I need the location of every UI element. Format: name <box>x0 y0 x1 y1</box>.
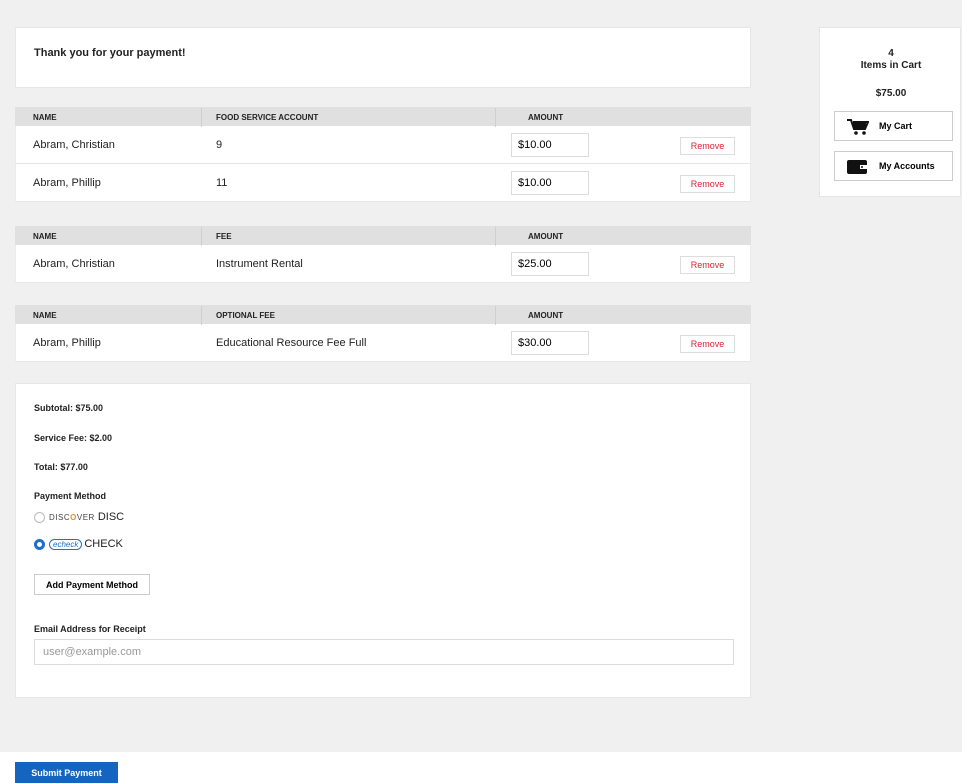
my-accounts-label: My Accounts <box>879 161 935 171</box>
total: Total: $77.00 <box>34 462 88 472</box>
optional-fee-table: NAME OPTIONAL FEE AMOUNT Abram, Phillip … <box>15 305 751 362</box>
my-accounts-button[interactable]: My Accounts <box>834 151 953 181</box>
cart-icon <box>847 119 870 137</box>
table-row: Abram, Christian Instrument Rental Remov… <box>15 245 751 283</box>
cart-count-number: 4 <box>888 48 894 59</box>
discover-logo-icon: DISCOVER <box>49 513 95 522</box>
amount-input[interactable] <box>511 133 589 157</box>
header-amount: AMOUNT <box>528 311 564 320</box>
food-service-table: NAME FOOD SERVICE ACCOUNT AMOUNT Abram, … <box>15 107 751 202</box>
table-header: NAME FOOD SERVICE ACCOUNT AMOUNT <box>15 107 751 127</box>
row-account: 9 <box>216 139 223 151</box>
confirmation-card: Thank you for your payment! <box>15 27 751 88</box>
submit-payment-button[interactable]: Submit Payment <box>15 762 118 783</box>
row-name: Abram, Phillip <box>33 177 101 189</box>
table-row: Abram, Phillip 11 Remove <box>15 164 751 202</box>
thank-you-message: Thank you for your payment! <box>34 47 186 59</box>
wallet-icon <box>847 159 867 177</box>
table-header: NAME OPTIONAL FEE AMOUNT <box>15 305 751 325</box>
email-label: Email Address for Receipt <box>34 624 146 634</box>
row-name: Abram, Christian <box>33 139 115 151</box>
echeck-radio[interactable] <box>34 539 45 550</box>
discover-label: DISC <box>97 511 125 523</box>
cart-count: 4 Items in Cart <box>820 48 962 72</box>
header-food-service-account: FOOD SERVICE ACCOUNT <box>216 113 319 122</box>
cart-total: $75.00 <box>875 88 907 99</box>
header-optional-fee: OPTIONAL FEE <box>216 311 275 320</box>
email-field[interactable] <box>34 639 734 665</box>
amount-input[interactable] <box>511 331 589 355</box>
row-fee: Instrument Rental <box>216 258 303 270</box>
service-fee: Service Fee: $2.00 <box>34 433 113 443</box>
my-cart-label: My Cart <box>879 121 913 131</box>
header-name: NAME <box>33 311 57 320</box>
remove-button[interactable]: Remove <box>680 175 735 193</box>
cart-summary-card: 4 Items in Cart $75.00 My Cart My Accoun… <box>819 27 961 197</box>
discover-radio[interactable] <box>34 512 45 523</box>
row-name: Abram, Christian <box>33 258 115 270</box>
remove-button[interactable]: Remove <box>680 256 735 274</box>
remove-button[interactable]: Remove <box>680 335 735 353</box>
fee-table: NAME FEE AMOUNT Abram, Christian Instrum… <box>15 226 751 283</box>
discover-option[interactable]: DISCOVER DISC <box>49 511 124 523</box>
remove-button[interactable]: Remove <box>680 137 735 155</box>
table-row: Abram, Christian 9 Remove <box>15 126 751 164</box>
my-cart-button[interactable]: My Cart <box>834 111 953 141</box>
subtotal: Subtotal: $75.00 <box>34 403 104 413</box>
echeck-label: CHECK <box>84 538 123 550</box>
header-fee: FEE <box>216 232 232 241</box>
amount-input[interactable] <box>511 252 589 276</box>
row-optional-fee: Educational Resource Fee Full <box>216 337 367 349</box>
row-account: 11 <box>216 177 228 189</box>
header-name: NAME <box>33 232 57 241</box>
add-payment-method-button[interactable]: Add Payment Method <box>34 574 150 595</box>
header-name: NAME <box>33 113 57 122</box>
row-name: Abram, Phillip <box>33 337 101 349</box>
header-amount: AMOUNT <box>528 113 564 122</box>
cart-count-label: Items in Cart <box>860 60 922 71</box>
payment-method-label: Payment Method <box>34 491 107 501</box>
echeck-option[interactable]: echeck CHECK <box>49 538 123 550</box>
payment-summary-card: Subtotal: $75.00 Service Fee: $2.00 Tota… <box>15 383 751 698</box>
header-amount: AMOUNT <box>528 232 564 241</box>
table-row: Abram, Phillip Educational Resource Fee … <box>15 324 751 362</box>
echeck-logo-icon: echeck <box>49 539 83 550</box>
amount-input[interactable] <box>511 171 589 195</box>
table-header: NAME FEE AMOUNT <box>15 226 751 246</box>
